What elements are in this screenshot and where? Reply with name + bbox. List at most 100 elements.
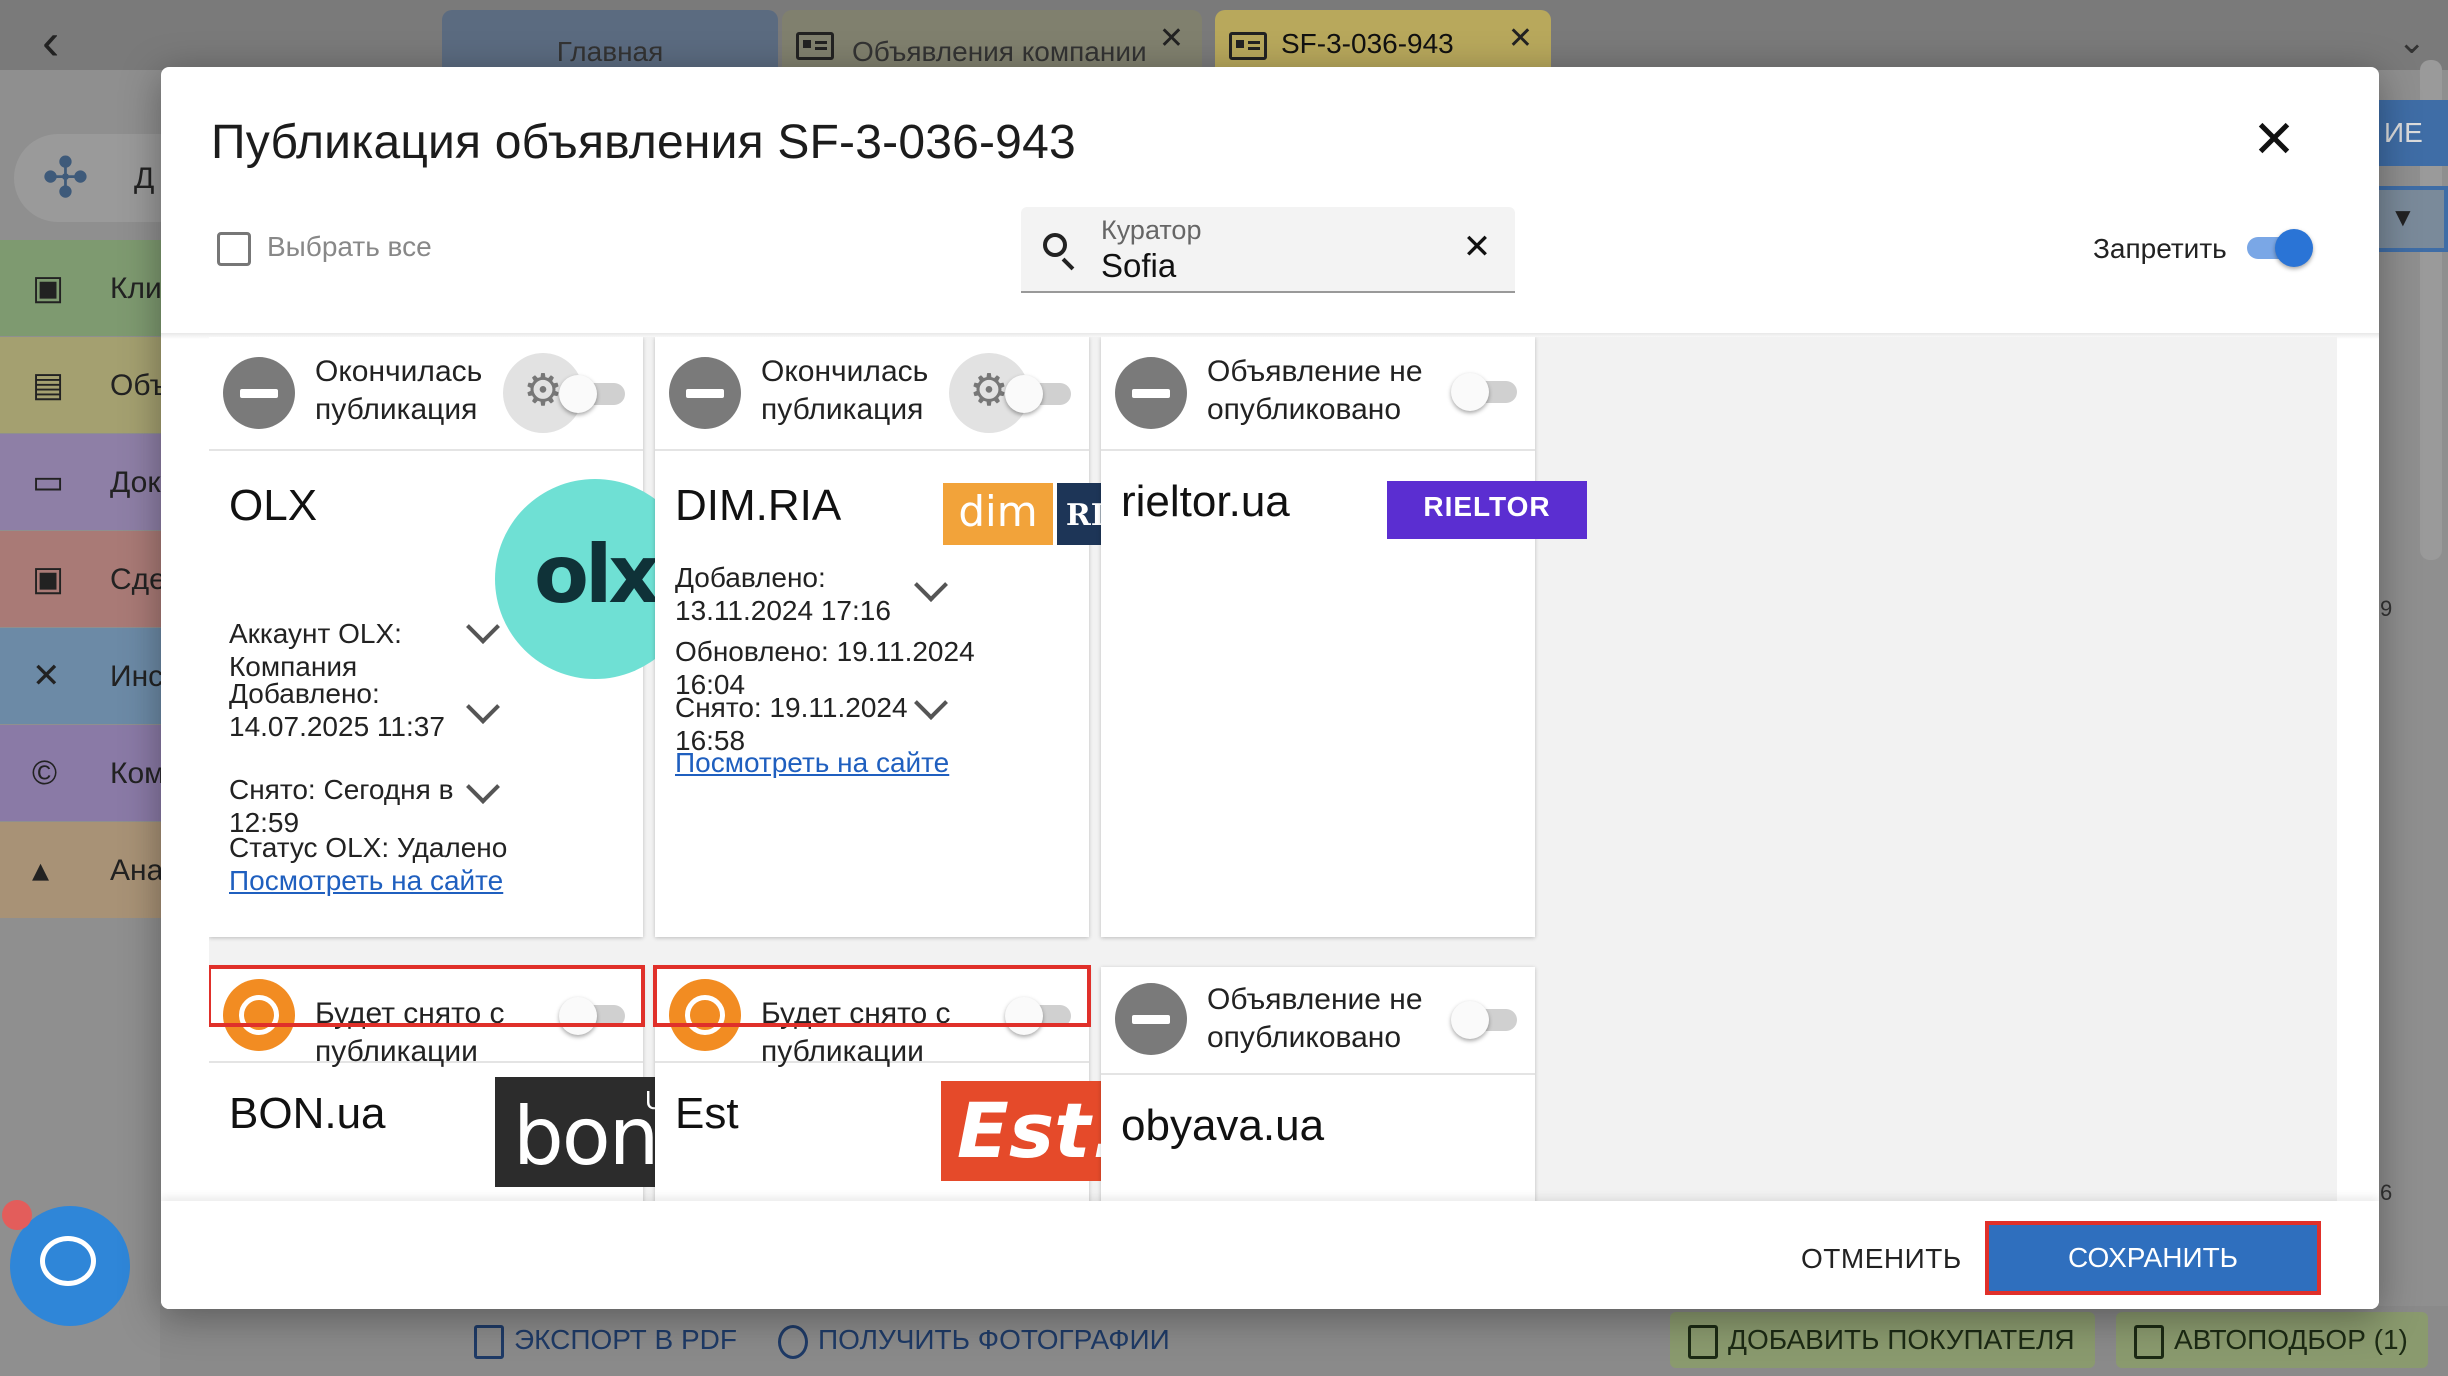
view-on-site-link[interactable]: Посмотреть на сайте [229,865,503,897]
chevron-down-icon[interactable] [466,690,500,724]
portal-name: Est [675,1089,739,1138]
rieltor-logo: RIELTOR [1387,481,1587,539]
removed-row: Снято: Сегодня в 12:59 [229,774,454,838]
curator-label: Куратор [1101,215,1202,245]
sidebar-item[interactable]: © Ком [0,725,170,821]
autoselect-icon [2134,1324,2164,1359]
listings-icon: ▤ [32,366,65,404]
right-action-button[interactable]: ИЕ [2370,100,2448,166]
side-number: 9 [2380,596,2393,621]
portal-card-rieltor: Объявление не опубликовано rieltor.ua RI… [1101,337,1587,937]
tabs-chevron-down-icon[interactable]: ⌄ [2398,22,2427,62]
clear-icon[interactable]: ✕ [1459,229,1495,265]
added-row: Добавлено: 13.11.2024 17:16 [675,562,891,626]
status-text: Объявление не опубликовано [1207,355,1423,426]
portal-name: DIM.RIA [675,481,842,530]
autoselect-button[interactable]: АВТОПОДБОР (1) [2116,1312,2428,1368]
bon-logo-text: bon [513,1090,659,1183]
tab-company-listings-label: Объявления компании [852,36,1147,67]
publish-toggle[interactable] [1451,999,1523,1039]
tab-close-icon[interactable]: ✕ [1159,10,1184,68]
portal-card-olx: Окончилась публикация OLX olx Аккаунт OL… [209,337,695,937]
sidebar-item[interactable]: ▤ Объ [0,337,170,433]
status-text: Окончилась публикация [761,355,929,426]
add-buyer-label: ДОБАВИТЬ ПОКУПАТЕЛЯ [1728,1324,2075,1355]
highlight-box [209,965,645,1027]
search-icon [1043,233,1067,257]
view-on-site-link[interactable]: Посмотреть на сайте [675,747,949,779]
portal-status-row: Статус OLX: Удалено [229,832,508,863]
right-action-label: ИЕ [2384,117,2423,148]
knot-logo-icon: ✣ [42,146,89,209]
cancel-button[interactable]: ОТМЕНИТЬ [1801,1243,1962,1275]
tab-listing-sf[interactable]: SF-3-036-943 ✕ [1215,10,1551,70]
minus-circle-icon [669,357,741,429]
forbid-label: Запретить [2093,233,2227,264]
chat-notification-dot [2,1200,32,1230]
export-pdf-button[interactable]: ЭКСПОРТ В PDF [474,1312,737,1368]
card-header: Окончилась публикация [209,337,643,451]
portal-name: obyava.ua [1121,1101,1325,1150]
tab-close-icon[interactable]: ✕ [1508,10,1533,68]
publish-toggle[interactable] [1451,371,1523,411]
tools-icon: ✕ [32,657,61,695]
card-header: Окончилась публикация [655,337,1089,451]
dim-logo-text: dim [943,483,1053,545]
modal-scrollbar[interactable] [2341,341,2359,1261]
tab-home[interactable]: Главная [442,10,778,70]
select-all-label: Выбрать все [267,231,432,262]
chevron-down-icon[interactable] [466,610,500,644]
portals-grid: Окончилась публикация OLX olx Аккаунт OL… [209,337,2337,1267]
select-all-checkbox[interactable]: Выбрать все [217,231,432,266]
publish-toggle[interactable] [559,373,631,413]
sidebar-item[interactable]: ▭ Док [0,434,170,530]
sidebar-item-label: Ана [110,854,164,887]
cloud-download-icon [778,1324,808,1359]
back-arrow-icon[interactable]: ‹ [42,16,82,70]
listing-icon [1229,32,1267,60]
analytics-icon: ▴ [32,851,50,889]
portal-name: BON.ua [229,1089,386,1138]
autoselect-label: АВТОПОДБОР (1) [2174,1324,2408,1355]
highlight-box [653,965,1091,1027]
publication-modal: Публикация объявления SF-3-036-943 ✕ Выб… [161,67,2379,1309]
company-logo-label: Д [134,162,155,195]
modal-title: Публикация объявления SF-3-036-943 [211,116,1076,169]
add-buyer-button[interactable]: ДОБАВИТЬ ПОКУПАТЕЛЯ [1670,1312,2095,1368]
account-row: Аккаунт OLX: Компания [229,618,402,682]
publish-toggle[interactable] [1005,373,1077,413]
checkbox-icon [217,231,251,266]
chevron-down-icon[interactable] [466,770,500,804]
status-text: Окончилась публикация [315,355,483,426]
sidebar-item-label: Сде [110,563,166,596]
card-header: Объявление не опубликовано [1101,337,1535,451]
curator-field[interactable]: Куратор Sofia ✕ [1021,207,1515,293]
status-text: Объявление не опубликовано [1207,983,1423,1054]
chevron-down-icon[interactable] [914,568,948,602]
export-pdf-label: ЭКСПОРТ В PDF [514,1324,738,1355]
sidebar-item[interactable]: ▣ Кли [0,240,170,336]
tab-listing-sf-label: SF-3-036-943 [1281,28,1454,59]
added-row: Добавлено: 14.07.2025 11:37 [229,678,445,742]
listing-icon [796,32,834,60]
sidebar-item-label: Док [110,466,161,499]
forbid-toggle[interactable] [2241,227,2313,267]
card-header: Объявление не опубликовано [1101,967,1535,1075]
sidebar-item[interactable]: ▴ Ана [0,822,170,918]
close-icon[interactable]: ✕ [2249,114,2299,166]
sidebar-item-label: Инс [110,660,164,693]
side-number: 6 [2380,1180,2393,1205]
sidebar-item[interactable]: ✕ Инс [0,628,170,724]
portal-name: OLX [229,481,318,530]
save-changes-button[interactable]: СОХРАНИТЬ ИЗМЕНЕНИЯ [1985,1221,2321,1309]
sidebar-item-label: Объ [110,369,169,402]
money-icon: ▣ [32,560,65,598]
portal-card-dimria: Окончилась публикация DIM.RIA dim RIA До… [655,337,1137,937]
tab-home-label: Главная [556,36,664,67]
minus-circle-icon [1115,983,1187,1055]
curator-value[interactable]: Sofia [1101,247,1176,285]
tab-company-listings[interactable]: Объявления компании ✕ [782,10,1202,70]
sidebar-item[interactable]: ▣ Сде [0,531,170,627]
right-select[interactable] [2370,186,2448,252]
get-photos-button[interactable]: ПОЛУЧИТЬ ФОТОГРАФИИ [778,1312,1170,1368]
